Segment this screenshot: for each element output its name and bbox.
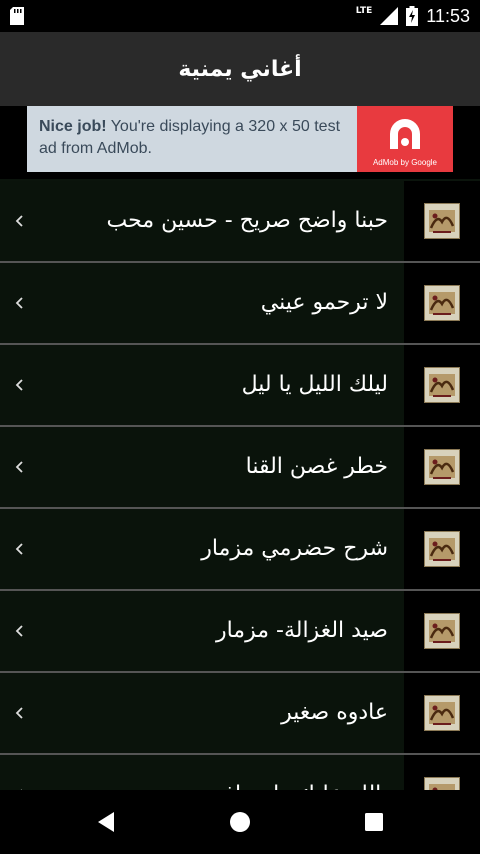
yemen-thumbnail-icon — [424, 449, 460, 485]
chevron-left-icon — [15, 215, 23, 227]
ad-bold-text: Nice job! — [39, 118, 107, 135]
list-item[interactable]: صيد الغزالة- مزمار — [0, 591, 480, 673]
signal-icon — [380, 7, 399, 25]
item-label: شرح حضرمي مزمار — [201, 536, 388, 561]
list-item[interactable]: ليلك الليل يا ليل — [0, 345, 480, 427]
sd-card-icon — [10, 7, 24, 25]
app-title: أغاني يمنية — [178, 56, 302, 82]
ad-banner[interactable]: Nice job! You're displaying a 320 x 50 t… — [27, 106, 453, 172]
chevron-left-icon — [15, 707, 23, 719]
recents-icon[interactable] — [360, 808, 388, 836]
item-label: حبنا واضح صريح - حسين محب — [106, 208, 388, 233]
chevron-left-icon — [15, 625, 23, 637]
chevron-left-icon — [15, 297, 23, 309]
list-item[interactable]: بالله عليك وامسافر — [0, 755, 480, 790]
status-bar: LTE 11:53 — [0, 0, 480, 32]
item-label: بالله عليك وامسافر — [212, 755, 388, 790]
yemen-thumbnail-icon — [424, 285, 460, 321]
yemen-thumbnail-icon — [424, 531, 460, 567]
song-list[interactable]: حبنا واضح صريح - حسين محب لا ترحمو عيني … — [0, 179, 480, 790]
yemen-thumbnail-icon — [424, 367, 460, 403]
item-label: ليلك الليل يا ليل — [241, 372, 388, 397]
yemen-thumbnail-icon — [424, 695, 460, 731]
home-icon[interactable] — [226, 808, 254, 836]
chevron-left-icon — [15, 379, 23, 391]
list-item[interactable]: حبنا واضح صريح - حسين محب — [0, 181, 480, 263]
admob-caption: AdMob by Google — [372, 158, 438, 167]
list-item[interactable]: لا ترحمو عيني — [0, 263, 480, 345]
item-label: خطر غصن القنا — [245, 454, 388, 479]
admob-logo: AdMob by Google — [357, 106, 453, 172]
chevron-left-icon — [15, 543, 23, 555]
list-item[interactable]: شرح حضرمي مزمار — [0, 509, 480, 591]
item-label: عادوه صغير — [281, 700, 388, 725]
list-item[interactable]: خطر غصن القنا — [0, 427, 480, 509]
yemen-thumbnail-icon — [424, 777, 460, 790]
yemen-thumbnail-icon — [424, 203, 460, 239]
chevron-left-icon — [15, 461, 23, 473]
network-type-label: LTE — [355, 6, 373, 16]
clock: 11:53 — [426, 5, 470, 26]
item-label: صيد الغزالة- مزمار — [215, 618, 388, 643]
ad-text: Nice job! You're displaying a 320 x 50 t… — [39, 116, 357, 160]
item-label: لا ترحمو عيني — [260, 290, 388, 315]
battery-charging-icon — [406, 6, 419, 26]
app-bar: أغاني يمنية — [0, 32, 480, 106]
back-icon[interactable] — [92, 808, 120, 836]
navigation-bar — [0, 790, 480, 854]
list-item[interactable]: عادوه صغير — [0, 673, 480, 755]
admob-icon — [390, 119, 420, 149]
yemen-thumbnail-icon — [424, 613, 460, 649]
